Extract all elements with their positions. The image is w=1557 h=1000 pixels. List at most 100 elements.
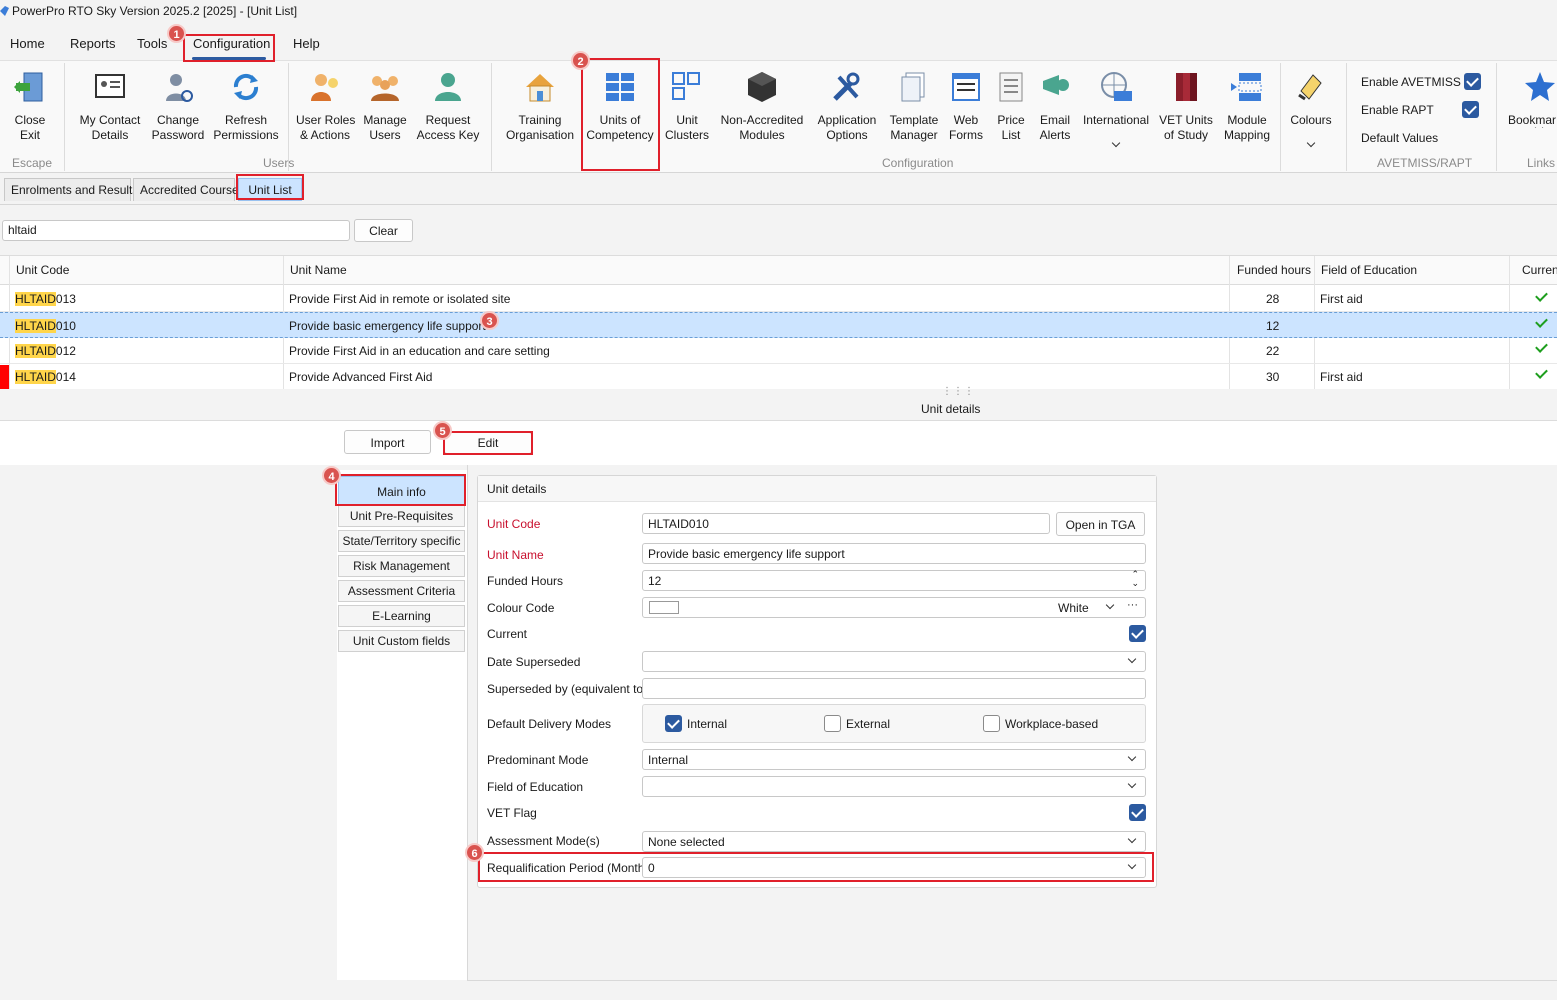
- tab-accredited-courses[interactable]: Accredited Courses: [133, 178, 245, 201]
- application-options-button[interactable]: Application Options: [814, 69, 880, 143]
- predominant-mode-select[interactable]: Internal: [642, 749, 1146, 770]
- refresh-permissions-button[interactable]: Refresh Permissions: [212, 69, 280, 143]
- price-list-button[interactable]: Price List: [992, 69, 1030, 143]
- current-check-icon: [1535, 340, 1548, 353]
- details-toolbar: [0, 421, 1557, 465]
- user-roles-icon: [311, 74, 338, 101]
- close-exit-button[interactable]: Close Exit: [10, 69, 50, 143]
- import-button[interactable]: Import: [344, 430, 431, 454]
- contact-card-icon: [95, 74, 125, 98]
- nav-unit-custom-fields[interactable]: Unit Custom fields: [338, 630, 465, 652]
- nav-risk-management[interactable]: Risk Management: [338, 555, 465, 577]
- delivery-internal-checkbox[interactable]: [665, 715, 682, 732]
- default-values-button[interactable]: Default Values: [1361, 131, 1438, 145]
- annotation-box-units-of-competency: [581, 58, 660, 171]
- delivery-workplace-checkbox[interactable]: [983, 715, 1000, 732]
- email-alerts-icon: [1043, 75, 1069, 95]
- non-accredited-modules-button[interactable]: Non-Accredited Modules: [718, 69, 806, 143]
- delivery-external-checkbox[interactable]: [824, 715, 841, 732]
- menu-reports[interactable]: Reports: [70, 36, 116, 51]
- web-forms-button[interactable]: Web Forms: [948, 69, 984, 143]
- funded-hours-cell: 28: [1266, 292, 1280, 306]
- unit-code-cell: HLTAID013: [15, 292, 76, 306]
- nav-unit-pre-requisites[interactable]: Unit Pre-Requisites: [338, 505, 465, 527]
- more-icon[interactable]: ···: [1127, 599, 1138, 611]
- clusters-icon: [672, 72, 700, 100]
- annotation-box-configuration: [183, 34, 275, 62]
- table-row[interactable]: HLTAID012 Provide First Aid in an educat…: [0, 338, 1557, 364]
- step-badge-1: 1: [167, 24, 186, 43]
- colours-button[interactable]: Colours: [1286, 69, 1336, 148]
- refresh-icon: [233, 73, 259, 101]
- menu-tools[interactable]: Tools: [137, 36, 167, 51]
- col-unit-code[interactable]: Unit Code: [16, 263, 69, 277]
- chevron-down-icon: [1127, 834, 1137, 844]
- table-row[interactable]: HLTAID013 Provide First Aid in remote or…: [0, 286, 1557, 312]
- unit-details-panel: Unit details Unit Code HLTAID010 Open in…: [477, 475, 1157, 888]
- nav-e-learning[interactable]: E-Learning: [338, 605, 465, 627]
- enable-avetmiss-checkbox[interactable]: [1464, 73, 1481, 90]
- assessment-modes-select[interactable]: None selected: [642, 831, 1146, 852]
- books-icon: [1176, 73, 1197, 101]
- funded-hours-stepper[interactable]: 12 ⌃ ⌄: [642, 570, 1146, 591]
- search-input[interactable]: hltaid: [2, 220, 350, 241]
- table-row[interactable]: HLTAID014 Provide Advanced First Aid 30 …: [0, 364, 1557, 390]
- col-unit-name[interactable]: Unit Name: [290, 263, 347, 277]
- unit-code-field[interactable]: HLTAID010: [642, 513, 1050, 534]
- nav-assessment-criteria[interactable]: Assessment Criteria: [338, 580, 465, 602]
- manage-users-icon: [371, 76, 399, 101]
- col-current[interactable]: Current: [1522, 263, 1557, 277]
- unit-name-cell: Provide basic emergency life support: [289, 319, 486, 333]
- superseded-by-field[interactable]: [642, 678, 1146, 699]
- menu-home[interactable]: Home: [10, 36, 45, 51]
- unit-code-cell: HLTAID012: [15, 344, 76, 358]
- email-alerts-button[interactable]: Email Alerts: [1034, 69, 1076, 143]
- unit-code-label: Unit Code: [487, 517, 541, 531]
- colour-code-select[interactable]: White ···: [642, 597, 1146, 618]
- unit-name-field[interactable]: Provide basic emergency life support: [642, 543, 1146, 564]
- vet-units-of-study-button[interactable]: VET Units of Study: [1158, 69, 1214, 143]
- manage-users-button[interactable]: Manage Users: [360, 69, 410, 143]
- ribbon: Close Exit Escape My Contact Details Cha…: [0, 60, 1557, 173]
- paint-icon: [1298, 74, 1322, 101]
- field-of-education-select[interactable]: [642, 776, 1146, 797]
- group-label-avetmiss: AVETMISS/RAPT: [1377, 156, 1473, 170]
- col-field-of-education[interactable]: Field of Education: [1321, 263, 1417, 277]
- superseded-by-label: Superseded by (equivalent to): [487, 682, 648, 696]
- annotation-box-unit-list: [236, 174, 304, 200]
- current-checkbox[interactable]: [1129, 625, 1146, 642]
- enable-rapt-checkbox[interactable]: [1462, 101, 1479, 118]
- international-button[interactable]: International: [1080, 69, 1152, 148]
- step-badge-3: 3: [480, 311, 499, 330]
- template-manager-button[interactable]: Template Manager: [886, 69, 942, 143]
- unit-name-cell: Provide Advanced First Aid: [289, 370, 433, 384]
- unit-grid: Unit Code Unit Name Funded hours Field o…: [0, 255, 1557, 390]
- table-row-selected[interactable]: HLTAID010 Provide basic emergency life s…: [0, 312, 1557, 338]
- nav-state-territory-specific[interactable]: State/Territory specific: [338, 530, 465, 552]
- colour-code-label: Colour Code: [487, 601, 555, 615]
- colour-swatch: [649, 601, 679, 614]
- menu-help[interactable]: Help: [293, 36, 320, 51]
- group-label-users: Users: [263, 156, 295, 170]
- request-access-key-button[interactable]: Request Access Key: [416, 69, 480, 143]
- module-mapping-button[interactable]: Module Mapping: [1218, 69, 1276, 143]
- tab-enrolments-and-results[interactable]: Enrolments and Results: [4, 178, 138, 201]
- open-in-tga-button[interactable]: Open in TGA: [1056, 512, 1145, 536]
- group-label-links: Links: [1527, 156, 1556, 170]
- my-contact-details-button[interactable]: My Contact Details: [76, 69, 144, 143]
- cube-icon: [748, 72, 776, 102]
- user-roles-actions-button[interactable]: User Roles & Actions: [296, 69, 355, 143]
- clear-button[interactable]: Clear: [354, 219, 413, 242]
- col-funded-hours[interactable]: Funded hours: [1237, 263, 1311, 277]
- date-superseded-select[interactable]: [642, 651, 1146, 672]
- change-password-icon: [166, 74, 193, 102]
- unit-code-cell: HLTAID010: [15, 319, 76, 333]
- change-password-button[interactable]: Change Password: [150, 69, 206, 143]
- bookmarks-button[interactable]: Bookmar: [1508, 69, 1557, 128]
- unit-details-splitter[interactable]: ⋮⋮⋮ Unit details: [0, 386, 1557, 421]
- unit-clusters-button[interactable]: Unit Clusters: [664, 69, 710, 143]
- spinner-icon[interactable]: ⌃ ⌄: [1131, 570, 1139, 588]
- vet-flag-checkbox[interactable]: [1129, 804, 1146, 821]
- training-organisation-button[interactable]: Training Organisation: [504, 69, 576, 143]
- title-bar: PowerPro RTO Sky Version 2025.2 [2025] -…: [0, 0, 1557, 24]
